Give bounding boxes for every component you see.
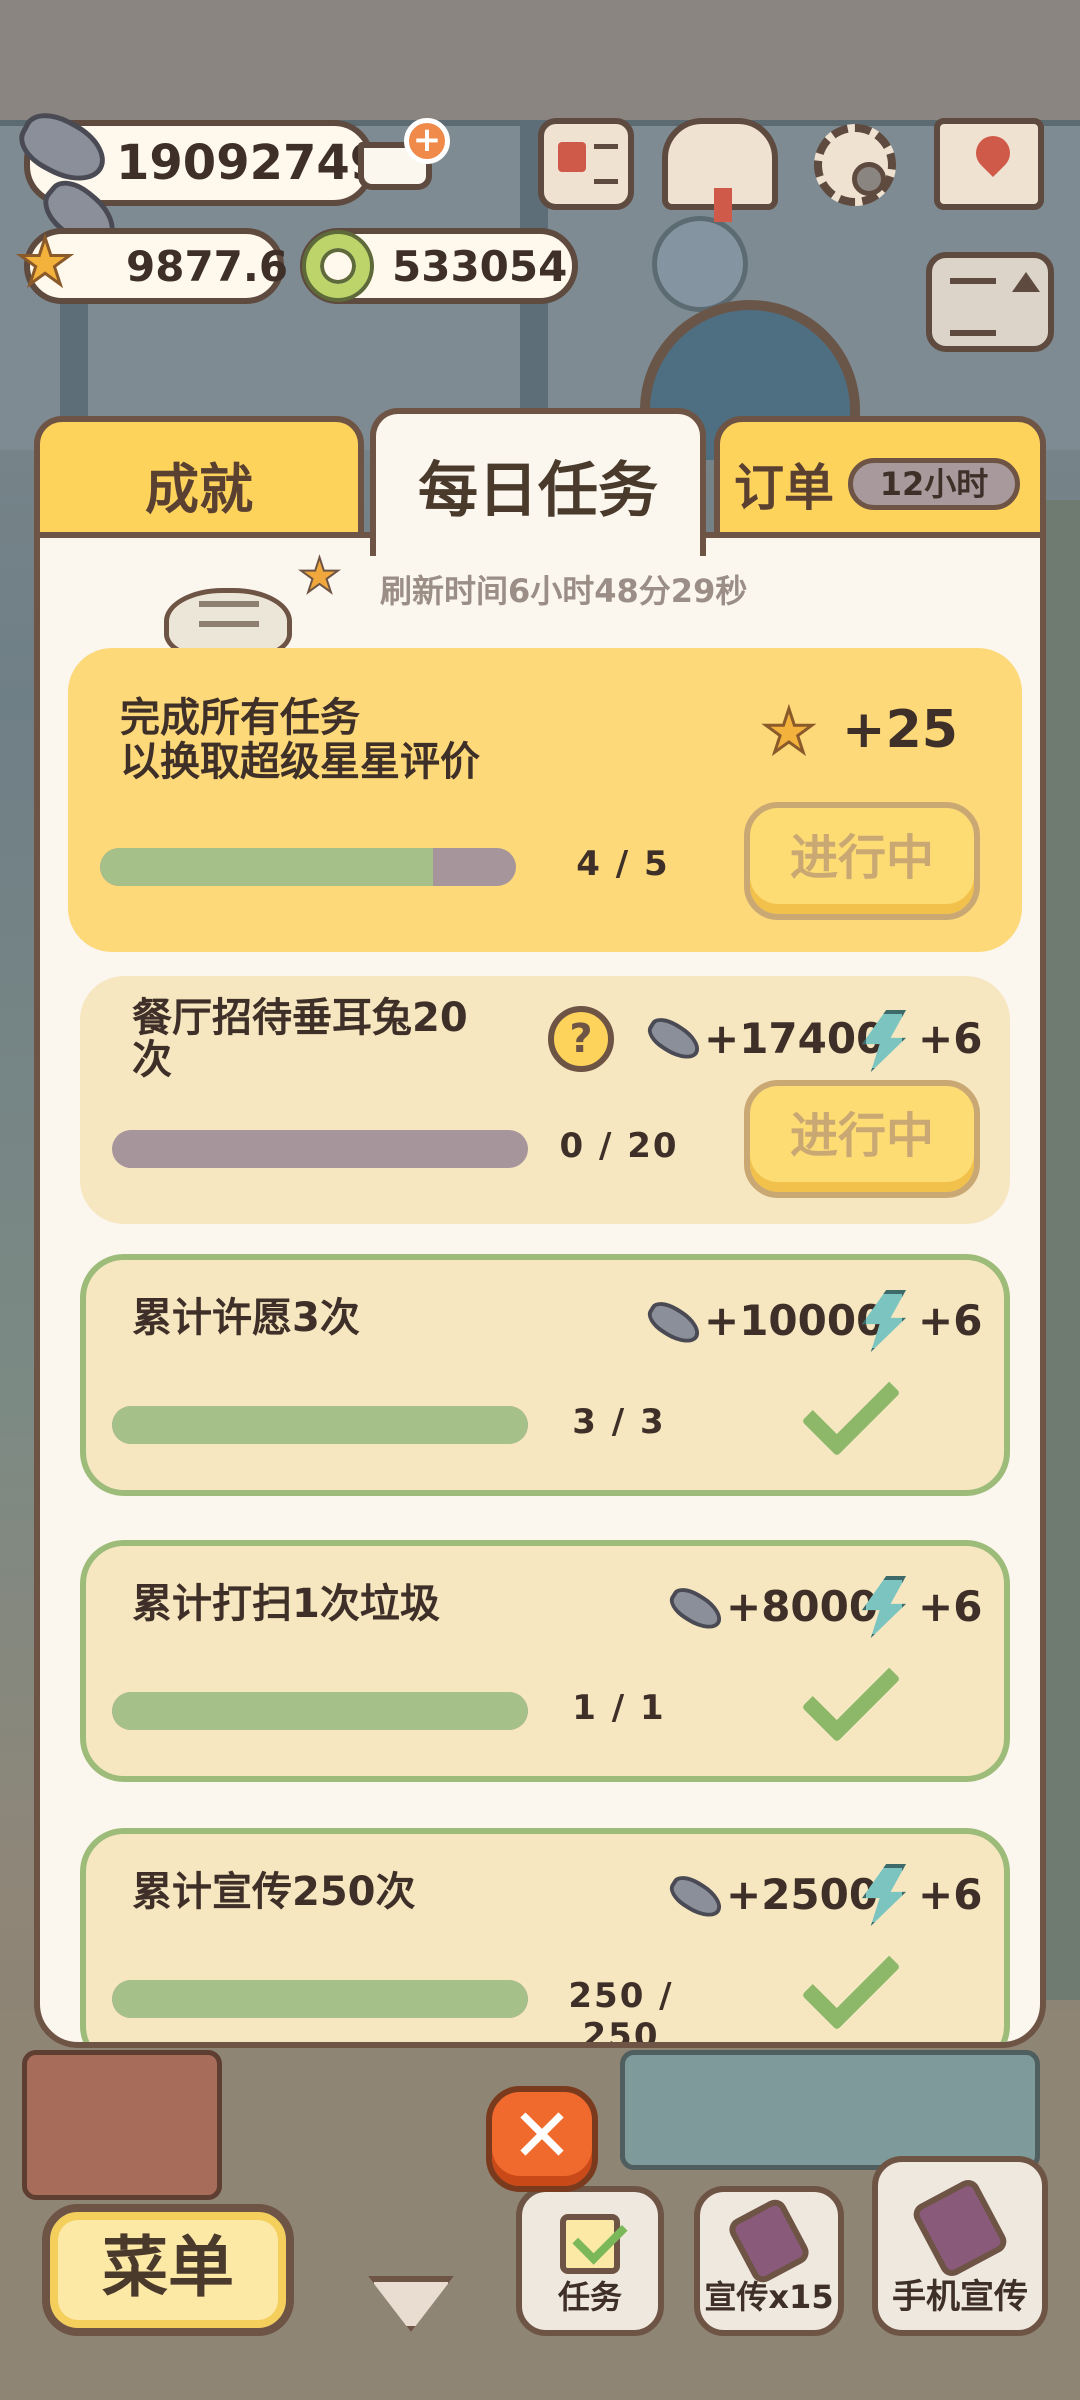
sort-button[interactable] bbox=[926, 252, 1054, 352]
background-plant bbox=[1040, 500, 1080, 2000]
recipe-book-button[interactable] bbox=[662, 118, 778, 222]
task-progress-bar bbox=[112, 1980, 528, 2018]
task-energy-reward: +6 bbox=[918, 1014, 983, 1063]
summary-title-line1: 完成所有任务 bbox=[120, 695, 360, 741]
plus-icon: + bbox=[404, 118, 450, 164]
gear-icon bbox=[814, 124, 896, 206]
task-progress-bar bbox=[112, 1130, 528, 1168]
tasks-button[interactable]: 任务 bbox=[516, 2186, 664, 2336]
task-progress-text: 3 / 3 bbox=[572, 1402, 666, 1442]
ring-icon bbox=[306, 234, 370, 298]
task-title-line1: 餐厅招待垂耳兔20 bbox=[132, 995, 468, 1041]
tab-achievements[interactable]: 成就 bbox=[34, 416, 364, 546]
star-rating: 9877.6 bbox=[126, 241, 289, 291]
phone-promote-label: 手机宣传 bbox=[892, 2277, 1028, 2317]
fish-count: 19092749 bbox=[116, 135, 384, 191]
star-wand-icon: ★ bbox=[297, 547, 342, 605]
gear-hole bbox=[852, 162, 886, 196]
task-title: 累计许愿3次 bbox=[132, 1295, 360, 1341]
close-button[interactable]: ✕ bbox=[486, 2086, 598, 2192]
compass-decoration bbox=[652, 216, 748, 312]
task-title-line2: 次 bbox=[132, 1037, 172, 1083]
task-progress-bar bbox=[112, 1406, 528, 1444]
newspaper-button[interactable] bbox=[538, 118, 634, 210]
menu-button[interactable]: 菜单 bbox=[42, 2204, 294, 2336]
task-progress-fill bbox=[112, 1980, 528, 2018]
star-reward-icon: ★ bbox=[761, 697, 818, 767]
task-list-area[interactable]: ★ 刷新时间6小时48分29秒 完成所有任务 以换取超级星星评价 ★ +25 4… bbox=[34, 532, 1046, 2048]
check-icon bbox=[801, 1931, 901, 2031]
task-title: 累计宣传250次 bbox=[132, 1869, 416, 1915]
fish-reward-icon bbox=[664, 1869, 728, 1925]
settings-button[interactable] bbox=[808, 118, 902, 210]
task-card: 累计许愿3次 +10000 +6 3 / 3 bbox=[80, 1254, 1010, 1496]
question-icon[interactable]: ? bbox=[548, 1006, 614, 1072]
task-progress-fill bbox=[112, 1406, 528, 1444]
task-card: 累计打扫1次垃圾 +8000 +6 1 / 1 bbox=[80, 1540, 1010, 1782]
map-button[interactable] bbox=[934, 118, 1044, 210]
task-progress-text: 1 / 1 bbox=[572, 1688, 666, 1728]
summary-status-button[interactable]: 进行中 bbox=[744, 802, 980, 920]
star-icon: ★ bbox=[15, 226, 75, 300]
orders-timer-badge: 12小时 bbox=[848, 458, 1020, 510]
promote-button-label: 宣传x15 bbox=[704, 2278, 834, 2316]
task-energy-reward: +6 bbox=[918, 1296, 983, 1345]
check-icon bbox=[801, 1643, 901, 1743]
refresh-timer: 刷新时间6小时48分29秒 bbox=[380, 572, 748, 610]
task-panel: 成就 每日任务 订单 12小时 ★ 刷新时间6小时48分29秒 完成所有任务 以… bbox=[34, 408, 1046, 2048]
shop-add-button[interactable]: + bbox=[350, 118, 450, 210]
task-fish-reward: +10000 bbox=[704, 1296, 886, 1345]
close-icon: ✕ bbox=[510, 2093, 573, 2179]
summary-title-line2: 以换取超级星星评价 bbox=[120, 739, 480, 785]
summary-progress-bar bbox=[100, 848, 516, 886]
task-list-scroll[interactable]: ★ 刷新时间6小时48分29秒 完成所有任务 以换取超级星星评价 ★ +25 4… bbox=[40, 538, 1040, 2042]
task-card: 累计宣传250次 +2500 +6 250 / 250 bbox=[80, 1828, 1010, 2048]
fish-reward-icon bbox=[642, 1295, 706, 1351]
summary-progress-fill bbox=[100, 848, 433, 886]
ring-count: 533054 bbox=[392, 241, 568, 291]
task-energy-reward: +6 bbox=[918, 1870, 983, 1919]
tab-orders-label: 订单 bbox=[734, 459, 834, 517]
task-progress-text: 250 / 250 bbox=[568, 1976, 674, 2048]
task-check-icon bbox=[560, 2214, 620, 2274]
task-progress-fill bbox=[112, 1692, 528, 1730]
task-progress-bar bbox=[112, 1692, 528, 1730]
tab-orders[interactable]: 订单 12小时 bbox=[714, 416, 1046, 546]
task-status-button[interactable]: 进行中 bbox=[744, 1080, 980, 1198]
tab-daily-label: 每日任务 bbox=[418, 455, 658, 526]
task-fish-reward: +17400 bbox=[704, 1014, 886, 1063]
tab-achievements-label: 成就 bbox=[145, 457, 253, 521]
task-progress-text: 0 / 20 bbox=[559, 1126, 679, 1166]
fish-reward-icon bbox=[642, 1011, 706, 1067]
task-title: 累计打扫1次垃圾 bbox=[132, 1581, 440, 1627]
summary-reward: +25 bbox=[842, 700, 958, 760]
fish-reward-icon bbox=[664, 1581, 728, 1637]
phone-icon bbox=[909, 2175, 1011, 2281]
task-fish-reward: +2500 bbox=[726, 1870, 879, 1919]
task-fish-reward: +8000 bbox=[726, 1582, 879, 1631]
task-card: 餐厅招待垂耳兔20 次 ? +17400 +6 0 / 20 进行中 bbox=[80, 976, 1010, 1224]
summary-progress-text: 4 / 5 bbox=[576, 844, 670, 884]
background-table bbox=[620, 2050, 1040, 2170]
tasks-button-label: 任务 bbox=[557, 2278, 622, 2316]
tab-daily-tasks[interactable]: 每日任务 bbox=[370, 408, 706, 556]
background-shelf bbox=[22, 2050, 222, 2200]
all-tasks-summary-card: 完成所有任务 以换取超级星星评价 ★ +25 4 / 5 进行中 bbox=[68, 648, 1022, 952]
task-energy-reward: +6 bbox=[918, 1582, 983, 1631]
check-icon bbox=[801, 1357, 901, 1457]
phone-promote-button[interactable]: 手机宣传 bbox=[872, 2156, 1048, 2336]
promote-x15-button[interactable]: 宣传x15 bbox=[694, 2186, 844, 2336]
